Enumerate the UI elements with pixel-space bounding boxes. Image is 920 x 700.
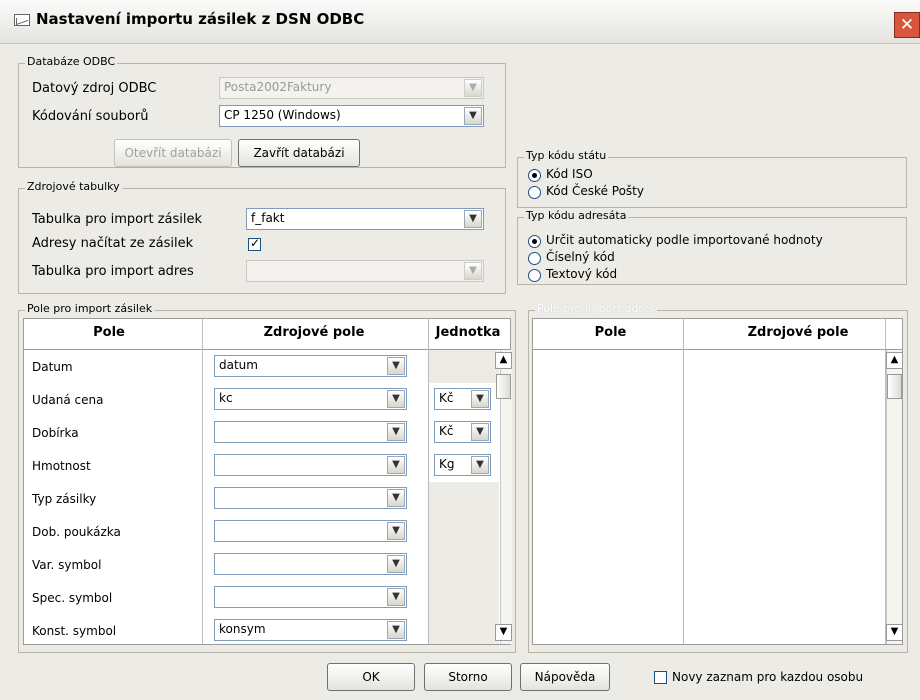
address-field-column-header: Pole — [594, 325, 627, 340]
chevron-down-icon: ▼ — [387, 357, 405, 375]
source-tables-group-title: Zdrojové tabulky — [25, 180, 122, 193]
mail-icon — [14, 14, 30, 26]
address-scrollbar[interactable]: ▲ ▼ — [886, 350, 903, 644]
open-database-button[interactable]: Otevřít databázi — [114, 139, 232, 167]
chevron-down-icon: ▼ — [471, 390, 489, 408]
chevron-down-icon: ▼ — [387, 621, 405, 639]
unit-cell-empty — [429, 482, 499, 515]
scroll-up-button[interactable]: ▲ — [886, 352, 903, 369]
addressee-text-radio[interactable] — [528, 269, 541, 282]
source-field-select[interactable]: ▼ — [214, 520, 407, 542]
chevron-down-icon: ▼ — [464, 210, 482, 228]
unit-select[interactable]: Kč ▼ — [434, 421, 491, 443]
chevron-down-icon: ▼ — [387, 555, 405, 573]
import-table-select[interactable]: f_fakt ▼ — [246, 208, 484, 230]
ok-button[interactable]: OK — [327, 663, 415, 691]
country-iso-radio[interactable] — [528, 169, 541, 182]
scroll-down-button[interactable]: ▼ — [886, 624, 903, 641]
source-field-select[interactable]: ▼ — [214, 487, 407, 509]
window-title: Nastavení importu zásilek z DSN ODBC — [36, 10, 365, 28]
unit-cell-empty — [429, 350, 499, 383]
address-source-column-header: Zdrojové pole — [747, 325, 849, 340]
field-name: Var. symbol — [32, 558, 102, 572]
load-addresses-label: Adresy načítat ze zásilek — [32, 236, 194, 251]
addressee-text-label: Textový kód — [546, 267, 618, 281]
field-name: Datum — [32, 360, 73, 374]
data-source-label: Datový zdroj ODBC — [32, 81, 157, 96]
chevron-down-icon: ▼ — [387, 423, 405, 441]
field-name: Hmotnost — [32, 459, 91, 473]
chevron-down-icon: ▼ — [464, 79, 482, 97]
source-column-header: Zdrojové pole — [263, 325, 365, 340]
addressee-auto-label: Určit automaticky podle importované hodn… — [546, 233, 823, 247]
country-code-group-title: Typ kódu státu — [524, 149, 609, 162]
address-fields-table: Pole Zdrojové pole ▲ ▼ — [532, 318, 903, 645]
close-button[interactable]: ✕ — [894, 12, 920, 38]
scroll-up-button[interactable]: ▲ — [495, 352, 512, 369]
chevron-down-icon: ▼ — [464, 262, 482, 280]
field-column-header: Pole — [93, 325, 125, 340]
close-database-button[interactable]: Zavřít databázi — [238, 139, 360, 167]
encoding-label: Kódování souborů — [32, 109, 149, 124]
source-field-select[interactable]: ▼ — [214, 421, 407, 443]
address-table-label: Tabulka pro import adres — [32, 264, 194, 279]
chevron-down-icon: ▼ — [387, 390, 405, 408]
shipments-scrollbar[interactable]: ▲ ▼ — [495, 350, 512, 644]
chevron-down-icon: ▼ — [387, 522, 405, 540]
field-name: Typ zásilky — [32, 492, 97, 506]
field-name: Udaná cena — [32, 393, 104, 407]
data-source-select[interactable]: Posta2002Faktury ▼ — [219, 77, 484, 99]
unit-select[interactable]: Kg ▼ — [434, 454, 491, 476]
help-button[interactable]: Nápověda — [520, 663, 610, 691]
field-name: Dob. poukázka — [32, 525, 121, 539]
unit-cell-empty — [429, 581, 499, 614]
source-field-select[interactable]: ▼ — [214, 454, 407, 476]
addressee-numeric-label: Číselný kód — [546, 250, 615, 264]
chevron-down-icon: ▼ — [464, 107, 482, 125]
new-record-checkbox[interactable] — [654, 671, 667, 684]
address-table-select[interactable]: ▼ — [246, 260, 484, 282]
close-icon: ✕ — [899, 15, 915, 35]
unit-cell-empty — [429, 515, 499, 548]
load-addresses-checkbox[interactable] — [248, 236, 261, 251]
shipments-fields-table: Pole Zdrojové pole Jednotka Datum datum ▼… — [23, 318, 512, 645]
address-fields-group-title: Pole pro import adres — [535, 302, 658, 315]
chevron-down-icon: ▼ — [387, 489, 405, 507]
source-field-select[interactable]: ▼ — [214, 586, 407, 608]
title-bar: Nastavení importu zásilek z DSN ODBC ✕ — [0, 0, 920, 44]
scroll-down-button[interactable]: ▼ — [495, 624, 512, 641]
unit-cell-empty — [429, 614, 499, 644]
database-group-title: Databáze ODBC — [25, 55, 118, 68]
source-field-select[interactable]: konsym ▼ — [214, 619, 407, 641]
encoding-select[interactable]: CP 1250 (Windows) ▼ — [219, 105, 484, 127]
unit-cell-empty — [429, 548, 499, 581]
shipments-fields-group-title: Pole pro import zásilek — [25, 302, 155, 315]
country-code-group: Typ kódu státu — [517, 149, 907, 208]
chevron-down-icon: ▼ — [387, 588, 405, 606]
field-name: Spec. symbol — [32, 591, 113, 605]
import-settings-dialog: Nastavení importu zásilek z DSN ODBC ✕ D… — [0, 0, 920, 700]
chevron-down-icon: ▼ — [471, 423, 489, 441]
import-table-label: Tabulka pro import zásilek — [32, 212, 203, 227]
country-cp-label: Kód České Pošty — [546, 184, 644, 198]
unit-select[interactable]: Kč ▼ — [434, 388, 491, 410]
new-record-label: Novy zaznam pro kazdou osobu — [672, 670, 864, 684]
source-field-select[interactable]: kc ▼ — [214, 388, 407, 410]
addressee-auto-radio[interactable] — [528, 235, 541, 248]
field-name: Dobírka — [32, 426, 79, 440]
scroll-thumb[interactable] — [887, 374, 902, 399]
unit-column-header: Jednotka — [435, 325, 501, 340]
chevron-down-icon: ▼ — [387, 456, 405, 474]
scroll-thumb[interactable] — [496, 374, 511, 399]
country-iso-label: Kód ISO — [546, 167, 593, 181]
country-cp-radio[interactable] — [528, 186, 541, 199]
addressee-code-group-title: Typ kódu adresáta — [524, 209, 629, 222]
source-field-select[interactable]: datum ▼ — [214, 355, 407, 377]
source-field-select[interactable]: ▼ — [214, 553, 407, 575]
chevron-down-icon: ▼ — [471, 456, 489, 474]
cancel-button[interactable]: Storno — [424, 663, 512, 691]
field-name: Konst. symbol — [32, 624, 117, 638]
addressee-numeric-radio[interactable] — [528, 252, 541, 265]
